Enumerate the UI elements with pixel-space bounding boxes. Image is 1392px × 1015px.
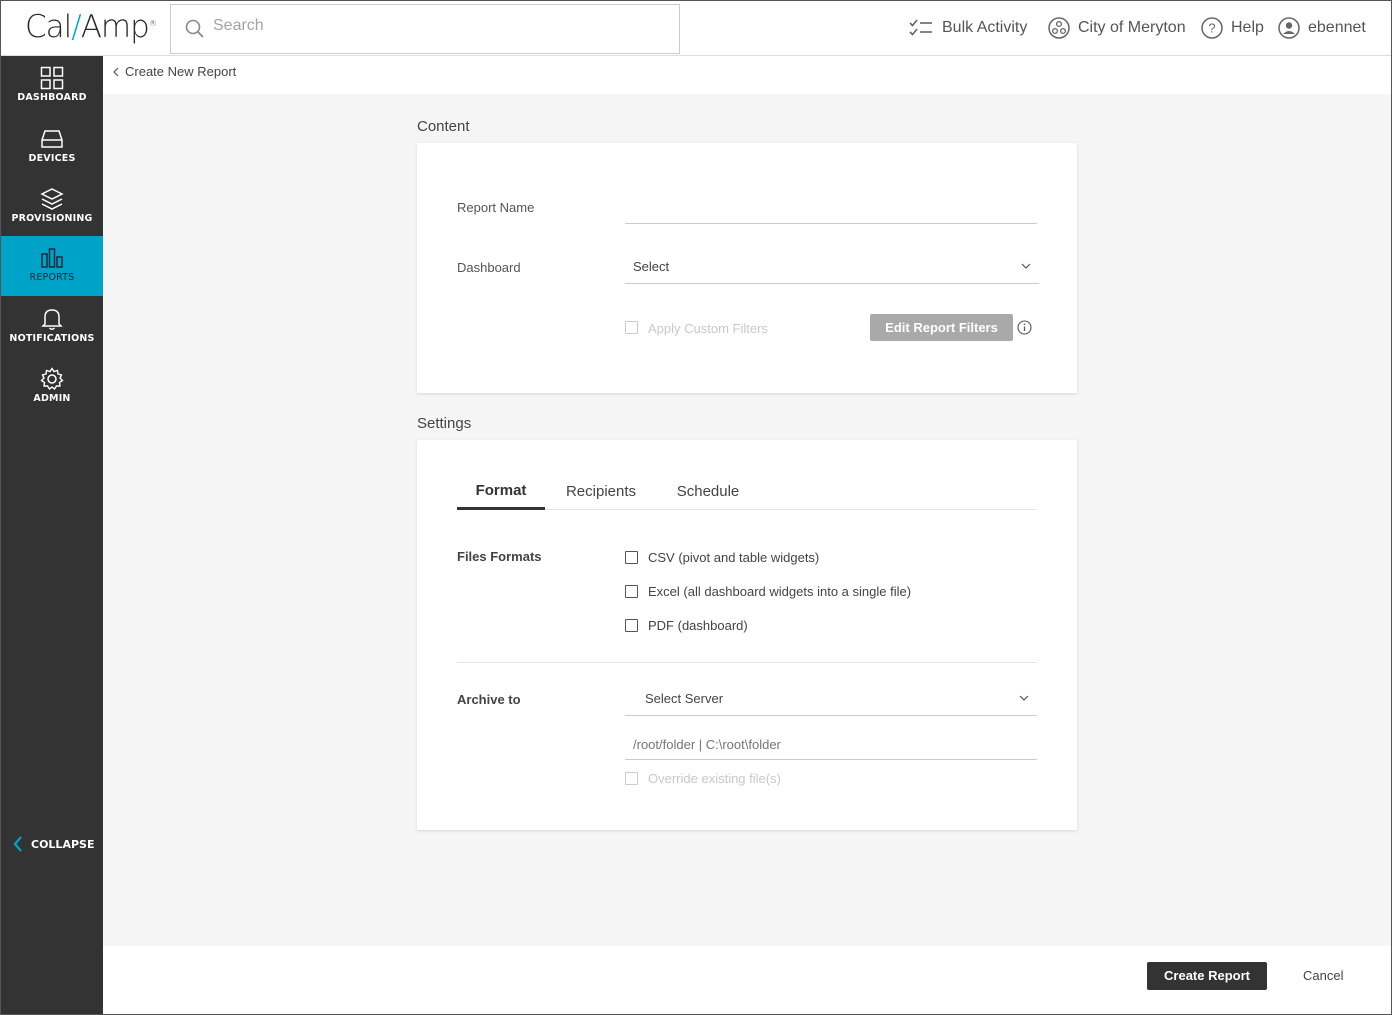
sidebar-item-admin[interactable]: ADMIN	[1, 357, 103, 417]
sidebar-item-reports[interactable]: REPORTS	[1, 236, 103, 296]
tab-recipients[interactable]: Recipients	[557, 483, 645, 500]
user-avatar-icon	[1278, 17, 1300, 39]
user-name: ebennet	[1308, 19, 1366, 36]
file-formats-label: Files Formats	[457, 549, 542, 564]
search-box[interactable]	[170, 4, 680, 54]
devices-icon	[41, 130, 63, 148]
section-divider	[457, 662, 1037, 663]
collapse-label: COLLAPSE	[31, 837, 95, 851]
logo-text-amp: Amp	[80, 9, 150, 45]
sidebar-item-dashboard[interactable]: DASHBOARD	[1, 56, 103, 116]
main-content: Create New Report Content Report Name Da…	[103, 56, 1391, 946]
bell-icon	[41, 309, 63, 330]
settings-section-title: Settings	[417, 415, 472, 432]
sidebar-item-label: DASHBOARD	[17, 92, 87, 103]
tab-format[interactable]: Format	[457, 482, 545, 499]
logo-registered-mark: ®	[148, 19, 157, 28]
help-link[interactable]: ? Help	[1201, 15, 1264, 41]
override-files-checkbox[interactable]	[625, 772, 638, 785]
sidebar-item-label: REPORTS	[29, 272, 75, 283]
sidebar-item-provisioning[interactable]: PROVISIONING	[1, 177, 103, 237]
report-name-label: Report Name	[457, 200, 535, 215]
logo-slash: /	[71, 9, 82, 45]
csv-checkbox[interactable]	[625, 551, 638, 564]
organization-label: City of Meryton	[1078, 19, 1186, 36]
apply-custom-filters-checkbox[interactable]	[625, 321, 638, 334]
dashboard-label: Dashboard	[457, 260, 521, 275]
archive-path-input[interactable]	[625, 730, 1037, 760]
excel-label: Excel (all dashboard widgets into a sing…	[648, 584, 912, 599]
settings-card: Format Recipients Schedule Files Formats…	[417, 440, 1077, 830]
content-card: Report Name Dashboard Select Apply Custo…	[417, 143, 1077, 393]
search-input[interactable]	[213, 17, 613, 35]
archive-to-label: Archive to	[457, 692, 521, 707]
info-icon[interactable]	[1017, 320, 1032, 335]
dashboard-icon	[40, 66, 64, 90]
pdf-checkbox[interactable]	[625, 619, 638, 632]
user-menu[interactable]: ebennet	[1278, 15, 1366, 41]
edit-report-filters-button[interactable]: Edit Report Filters	[870, 314, 1013, 341]
svg-text:?: ?	[1208, 21, 1215, 36]
create-report-button[interactable]: Create Report	[1147, 962, 1267, 990]
sidebar-item-devices[interactable]: DEVICES	[1, 117, 103, 177]
content-section-title: Content	[417, 118, 470, 135]
logo-text-cal: Cal	[25, 9, 72, 45]
help-label: Help	[1231, 19, 1264, 36]
bulk-activity-link[interactable]: Bulk Activity	[908, 15, 1027, 41]
breadcrumb-bar: Create New Report	[103, 56, 1391, 94]
chevron-left-icon	[113, 67, 119, 76]
bulk-activity-label: Bulk Activity	[942, 19, 1028, 36]
sidebar-item-notifications[interactable]: NOTIFICATIONS	[1, 297, 103, 357]
sidebar-item-label: DEVICES	[28, 153, 76, 164]
breadcrumb-label: Create New Report	[125, 64, 237, 79]
excel-checkbox[interactable]	[625, 585, 638, 598]
sidebar-item-label: ADMIN	[33, 393, 71, 404]
checklist-icon	[909, 19, 932, 36]
layers-icon	[40, 188, 64, 210]
sidebar-item-label: NOTIFICATIONS	[9, 333, 95, 344]
csv-label: CSV (pivot and table widgets)	[648, 550, 820, 565]
chevron-down-icon	[1019, 695, 1029, 701]
dashboard-select-value: Select	[633, 259, 670, 274]
reports-icon	[41, 248, 63, 268]
server-select-value: Select Server	[645, 691, 724, 706]
search-icon	[185, 19, 204, 38]
server-select[interactable]: Select Server	[625, 683, 1037, 716]
breadcrumb-back-link[interactable]: Create New Report	[113, 64, 236, 79]
dashboard-select[interactable]: Select	[625, 251, 1039, 284]
organization-selector[interactable]: City of Meryton	[1048, 15, 1186, 41]
apply-custom-filters-label: Apply Custom Filters	[648, 321, 768, 336]
pdf-label: PDF (dashboard)	[648, 618, 748, 633]
top-bar: Cal/Amp® Bulk Activity City of Meryton ?	[1, 1, 1391, 56]
cancel-button[interactable]: Cancel	[1303, 968, 1343, 983]
report-name-input[interactable]	[625, 198, 1037, 224]
sidebar-item-label: PROVISIONING	[11, 213, 93, 224]
organization-icon	[1048, 17, 1070, 39]
collapse-button[interactable]: COLLAPSE	[13, 836, 94, 852]
help-icon: ?	[1201, 17, 1223, 39]
sidebar: DASHBOARD DEVICES PROVISIONING REPORTS N…	[1, 56, 103, 1014]
active-tab-indicator	[457, 507, 545, 510]
footer-bar: Create Report Cancel	[103, 946, 1391, 1014]
gear-icon	[40, 367, 64, 391]
tab-schedule[interactable]: Schedule	[665, 483, 751, 500]
calamp-logo[interactable]: Cal/Amp®	[25, 9, 157, 45]
chevron-down-icon	[1021, 263, 1031, 269]
override-files-label: Override existing file(s)	[648, 771, 781, 786]
chevron-left-icon	[13, 836, 22, 852]
